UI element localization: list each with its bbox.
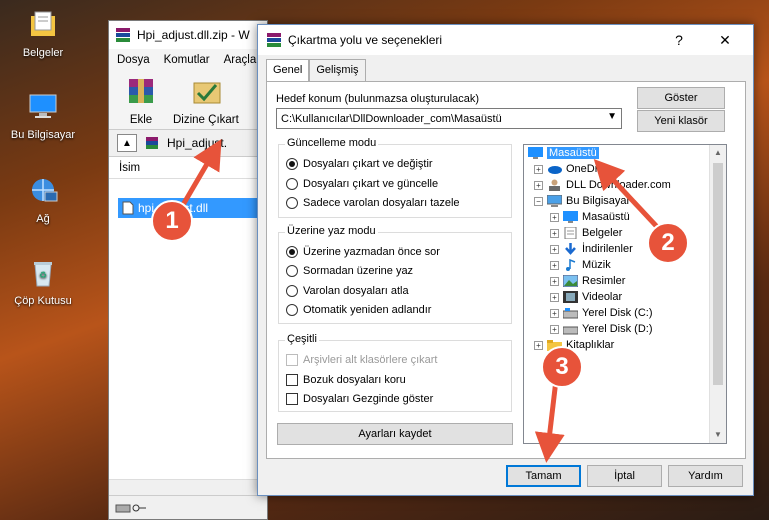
arrow-2 [593,159,662,232]
callout-3: 3 [541,346,583,388]
arrow-3 [534,379,565,463]
arrow-1 [177,139,222,212]
callout-2: 2 [647,222,689,264]
callout-1: 1 [151,200,193,242]
annotation-arrows [177,139,662,463]
